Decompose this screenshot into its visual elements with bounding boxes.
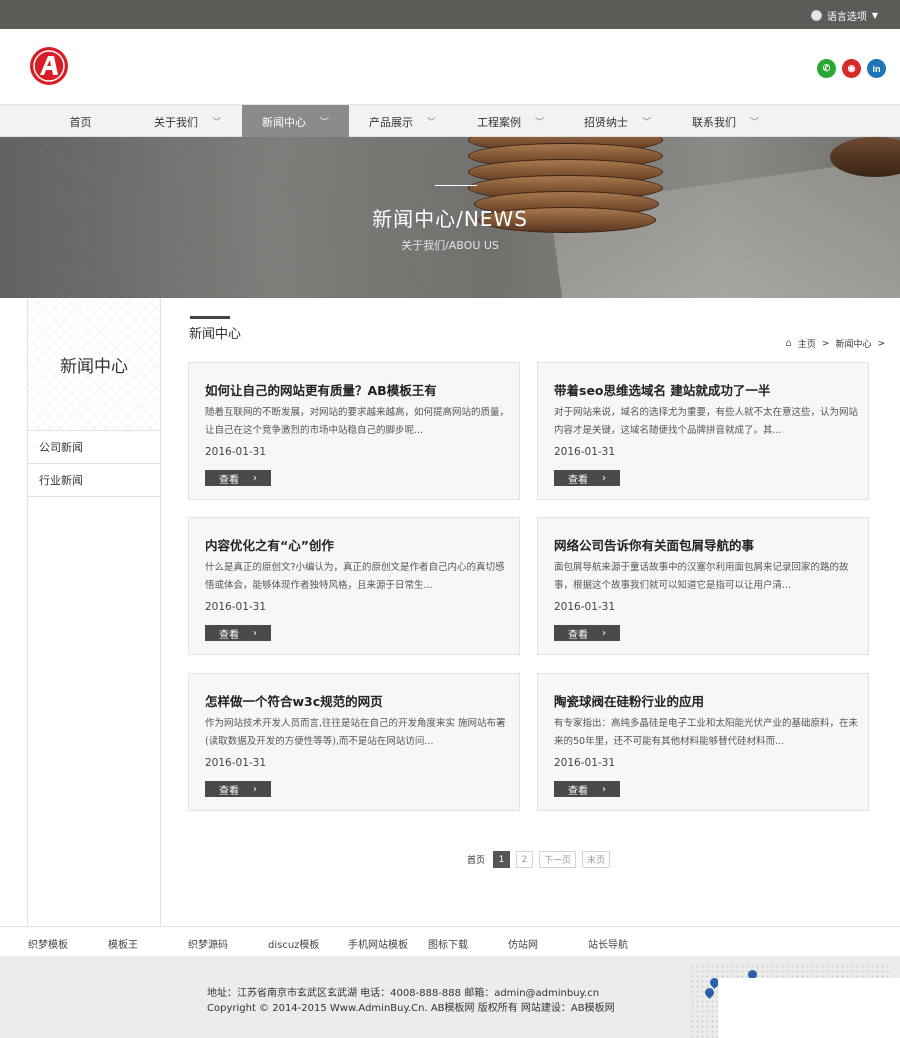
- sidebar-title: 新闻中心: [28, 298, 160, 431]
- banner-subtitle: 关于我们/ABOU US: [401, 239, 499, 252]
- news-card-date: 2016-01-31: [554, 757, 616, 769]
- pagination: 首页 1 2 下一页 末页: [465, 851, 611, 868]
- weibo-icon[interactable]: ◉: [842, 59, 861, 78]
- breadcrumb-separator: >: [821, 338, 830, 349]
- news-card-date: 2016-01-31: [554, 601, 616, 613]
- news-card: 内容优化之有“心”创作 什么是真正的原创文?小编认为，真正的原创文是作者自己内心…: [188, 517, 520, 655]
- breadcrumb: ⌂ 主页 > 新闻中心 >: [786, 337, 885, 350]
- logo-icon: [33, 50, 65, 82]
- news-card-desc: 作为网站技术开发人员而言,往往是站在自己的开发角度来实 施网站布署(读取数据及开…: [205, 718, 506, 747]
- view-button[interactable]: 查看 ›: [554, 625, 620, 641]
- caret-down-icon: ▼: [871, 11, 878, 20]
- main-nav: 首页 关于我们 ﹀ 新闻中心 ﹀ 产品展示 ﹀ 工程案例 ﹀ 招贤纳士 ﹀ 联系我们 ﹀: [0, 104, 900, 138]
- footer-link[interactable]: 站长导航: [588, 936, 628, 951]
- footer: 地址：江苏省南京市玄武区玄武湖 电话：4008-888-888 邮箱：admin…: [0, 956, 900, 1038]
- chevron-right-icon: ›: [602, 627, 606, 639]
- footer-link[interactable]: 仿站网: [508, 936, 538, 951]
- news-card-date: 2016-01-31: [205, 446, 267, 458]
- sidebar-item-industry-news[interactable]: 行业新闻: [28, 464, 160, 497]
- banner-title: 新闻中心/NEWS: [372, 207, 528, 231]
- breadcrumb-separator: >: [877, 338, 885, 349]
- footer-link[interactable]: 织梦源码: [188, 936, 228, 951]
- news-card-title[interactable]: 如何让自己的网站更有质量？AB模板王有: [205, 380, 437, 399]
- news-card-desc: 对于网站来说，域名的选择尤为重要，有些人就不太在意这些，认为网站内容才是关键，这…: [554, 407, 859, 436]
- pagination-page-1[interactable]: 1: [493, 851, 511, 868]
- top-bar: 语言选项 ▼: [0, 0, 900, 29]
- section-title: 新闻中心: [189, 327, 242, 342]
- nav-item-contact[interactable]: 联系我们 ﹀: [672, 105, 779, 138]
- footer-link[interactable]: 模板王: [108, 936, 138, 951]
- footer-address: 地址：江苏省南京市玄武区玄武湖 电话：4008-888-888 邮箱：admin…: [207, 988, 600, 999]
- news-card-date: 2016-01-31: [205, 601, 267, 613]
- section-title-bar: [190, 316, 230, 319]
- chevron-down-icon: ﹀: [749, 118, 759, 128]
- site-logo[interactable]: [30, 47, 68, 85]
- globe-icon: [810, 10, 822, 21]
- footer-link[interactable]: 图标下载: [428, 936, 468, 951]
- footer-link[interactable]: 手机网站模板: [348, 936, 408, 951]
- chevron-right-icon: ›: [602, 472, 606, 484]
- chevron-right-icon: ›: [253, 783, 257, 795]
- news-card: 怎样做一个符合w3c规范的网页 作为网站技术开发人员而言,往往是站在自己的开发角…: [188, 673, 520, 811]
- pagination-next[interactable]: 下一页: [539, 851, 577, 868]
- chevron-down-icon: ﹀: [211, 118, 221, 128]
- pagination-first[interactable]: 首页: [465, 851, 488, 868]
- chevron-down-icon: ﹀: [426, 118, 436, 128]
- sidebar: 新闻中心 公司新闻 行业新闻: [27, 298, 161, 926]
- news-card-title[interactable]: 怎样做一个符合w3c规范的网页: [205, 691, 383, 710]
- chevron-down-icon: ﹀: [534, 118, 544, 128]
- banner-divider: [435, 185, 477, 186]
- view-button[interactable]: 查看 ›: [554, 781, 620, 797]
- language-selector[interactable]: 语言选项 ▼: [810, 8, 878, 23]
- news-card-title[interactable]: 陶瓷球阀在硅粉行业的应用: [554, 691, 704, 710]
- nav-item-cases[interactable]: 工程案例 ﹀: [457, 105, 564, 138]
- linkedin-icon[interactable]: in: [867, 59, 886, 78]
- footer-copyright: Copyright © 2014-2015 Www.AdminBuy.Cn. A…: [207, 1003, 615, 1014]
- pagination-last[interactable]: 末页: [582, 851, 611, 868]
- chevron-right-icon: ›: [253, 627, 257, 639]
- news-card: 带着seo思维选域名 建站就成功了一半 对于网站来说，域名的选择尤为重要，有些人…: [537, 362, 869, 500]
- news-card-desc: 什么是真正的原创文?小编认为，真正的原创文是作者自己内心的真切感悟或体会，能够体…: [205, 562, 505, 591]
- news-card-date: 2016-01-31: [554, 446, 616, 458]
- page-banner: 新闻中心/NEWS 关于我们/ABOU US: [0, 137, 900, 298]
- chevron-right-icon: ›: [253, 472, 257, 484]
- pagination-page-2[interactable]: 2: [516, 851, 534, 868]
- news-card-date: 2016-01-31: [205, 757, 267, 769]
- news-card-title[interactable]: 带着seo思维选域名 建站就成功了一半: [554, 380, 770, 399]
- view-button[interactable]: 查看 ›: [205, 625, 271, 641]
- nav-item-news[interactable]: 新闻中心 ﹀: [242, 105, 349, 138]
- home-icon: ⌂: [785, 338, 792, 349]
- news-card-desc: 随着互联网的不断发展，对网站的要求越来越高，如何提高网站的质量，让自己在这个竞争…: [205, 407, 510, 436]
- breadcrumb-home[interactable]: 主页: [798, 337, 816, 350]
- nav-item-jobs[interactable]: 招贤纳士 ﹀: [564, 105, 671, 138]
- footer-link[interactable]: discuz模板: [268, 936, 319, 951]
- nav-item-products[interactable]: 产品展示 ﹀: [349, 105, 456, 138]
- news-card: 网络公司告诉你有关面包屑导航的事 面包屑导航来源于童话故事中的汉塞尔利用面包屑来…: [537, 517, 869, 655]
- sidebar-item-company-news[interactable]: 公司新闻: [28, 431, 160, 464]
- news-card-desc: 面包屑导航来源于童话故事中的汉塞尔利用面包屑来记录回家的路的故事，根据这个故事我…: [554, 562, 849, 591]
- nav-item-about[interactable]: 关于我们 ﹀: [134, 105, 241, 138]
- news-card: 陶瓷球阀在硅粉行业的应用 有专家指出：高纯多晶硅是电子工业和太阳能光伏产业的基础…: [537, 673, 869, 811]
- news-card-title[interactable]: 网络公司告诉你有关面包屑导航的事: [554, 535, 754, 554]
- nav-item-home[interactable]: 首页: [27, 105, 134, 138]
- news-card-title[interactable]: 内容优化之有“心”创作: [205, 535, 334, 554]
- chevron-down-icon: ﹀: [641, 118, 651, 128]
- news-card-desc: 有专家指出：高纯多晶硅是电子工业和太阳能光伏产业的基础原料，在未来的50年里，还…: [554, 718, 859, 747]
- social-links: ✆ ◉ in: [817, 59, 886, 78]
- footer-link[interactable]: 织梦模板: [28, 936, 68, 951]
- footer-map-overlay: [718, 978, 900, 1038]
- footer-links: 织梦模板 模板王 织梦源码 discuz模板 手机网站模板 图标下载 仿站网 站…: [0, 926, 900, 956]
- news-card: 如何让自己的网站更有质量？AB模板王有 随着互联网的不断发展，对网站的要求越来越…: [188, 362, 520, 500]
- breadcrumb-current[interactable]: 新闻中心: [835, 337, 871, 350]
- language-label: 语言选项: [826, 12, 867, 23]
- wechat-icon[interactable]: ✆: [817, 59, 836, 78]
- header: ✆ ◉ in: [0, 29, 900, 104]
- view-button[interactable]: 查看 ›: [554, 470, 620, 486]
- chevron-down-icon: ﹀: [319, 118, 329, 128]
- view-button[interactable]: 查看 ›: [205, 470, 271, 486]
- view-button[interactable]: 查看 ›: [205, 781, 271, 797]
- chevron-right-icon: ›: [602, 783, 606, 795]
